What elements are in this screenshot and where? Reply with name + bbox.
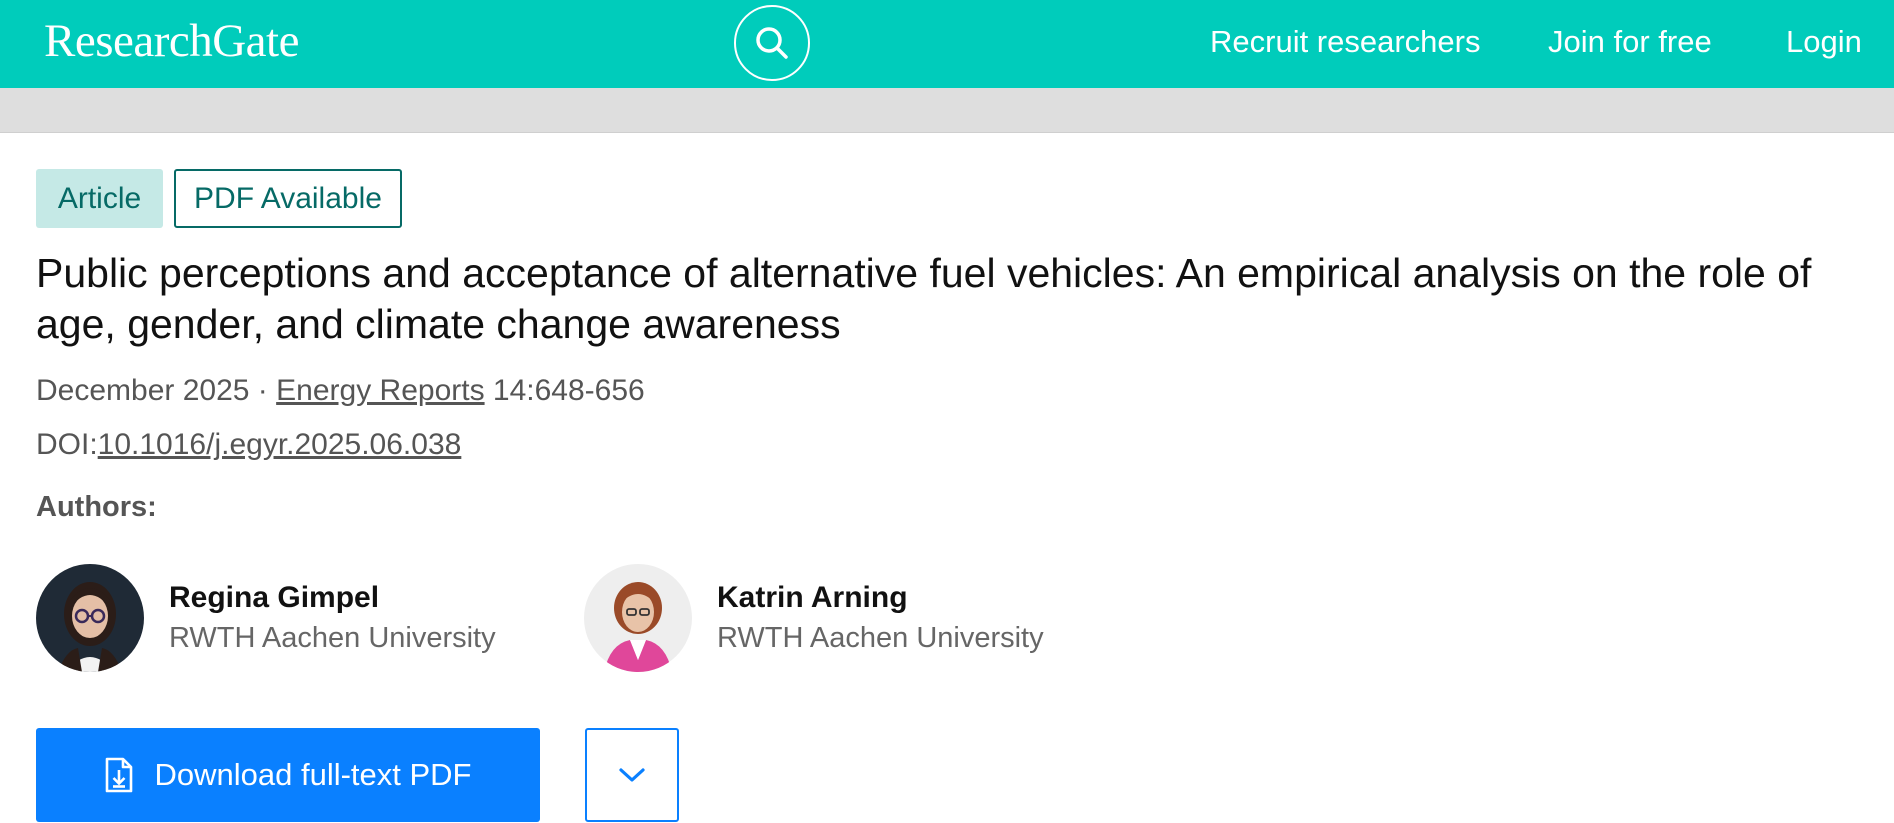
join-for-free-link[interactable]: Join for free xyxy=(1548,24,1712,60)
download-full-text-button[interactable]: Download full-text PDF xyxy=(36,728,540,822)
more-options-button[interactable] xyxy=(585,728,679,822)
author-institution: RWTH Aachen University xyxy=(169,622,496,654)
search-icon xyxy=(756,27,788,59)
login-link[interactable]: Login xyxy=(1786,24,1862,60)
doi-label: DOI: xyxy=(36,428,98,461)
avatar[interactable] xyxy=(36,564,144,672)
doi-link[interactable]: 10.1016/j.egyr.2025.06.038 xyxy=(98,428,462,461)
researchgate-logo[interactable]: ResearchGate xyxy=(44,14,299,68)
search-button[interactable] xyxy=(734,5,810,81)
author-institution: RWTH Aachen University xyxy=(717,622,1044,654)
doi-info: DOI:10.1016/j.egyr.2025.06.038 xyxy=(36,428,461,462)
journal-link[interactable]: Energy Reports xyxy=(276,374,484,407)
avatar[interactable] xyxy=(584,564,692,672)
pdf-available-badge: PDF Available xyxy=(174,169,402,228)
article-title: Public perceptions and acceptance of alt… xyxy=(36,250,1812,347)
publication-date: December 2025 xyxy=(36,374,250,407)
authors-heading: Authors: xyxy=(36,491,157,523)
article-type-badge: Article xyxy=(36,169,163,228)
author-name[interactable]: Katrin Arning xyxy=(717,578,1044,618)
author-name[interactable]: Regina Gimpel xyxy=(169,578,496,618)
publication-info: December 2025 · Energy Reports 14:648-65… xyxy=(36,374,645,408)
author-card[interactable]: Regina Gimpel RWTH Aachen University xyxy=(36,563,496,673)
volume-pages: 14:648-656 xyxy=(484,374,645,407)
download-button-label: Download full-text PDF xyxy=(154,757,472,792)
recruit-researchers-link[interactable]: Recruit researchers xyxy=(1210,24,1480,60)
author-card[interactable]: Katrin Arning RWTH Aachen University xyxy=(584,563,1044,673)
secondary-bar xyxy=(0,88,1894,133)
meta-separator: · xyxy=(249,374,277,407)
file-download-icon xyxy=(104,757,134,793)
chevron-down-icon xyxy=(619,768,645,782)
top-navigation-bar: ResearchGate Recruit researchers Join fo… xyxy=(0,0,1894,88)
